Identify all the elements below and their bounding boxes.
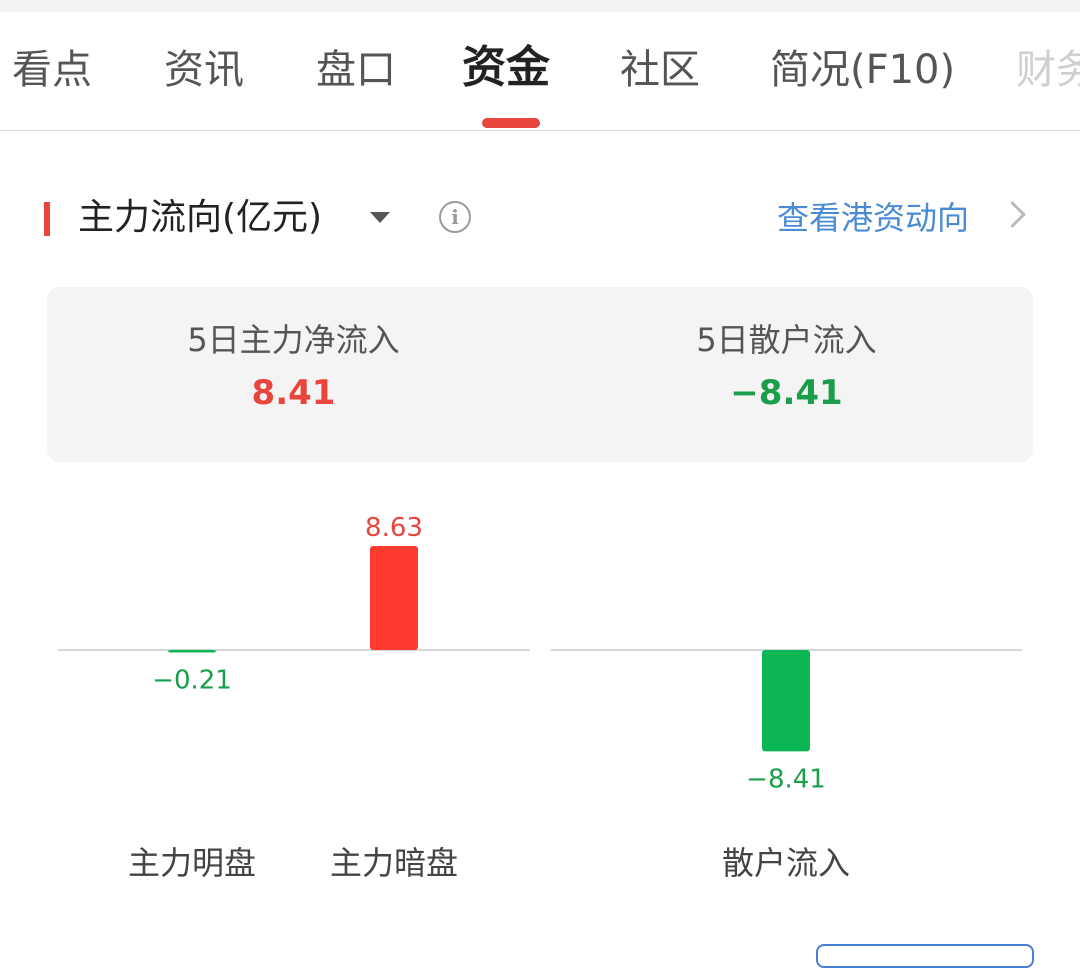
- capital-flow-chart: −0.21 8.63 −8.41: [58, 513, 1022, 794]
- section-header: 主力流向(亿元) i 查看港资动向: [0, 190, 1080, 250]
- tab-profile-f10[interactable]: 简况(F10): [770, 42, 955, 98]
- main-net-inflow-summary: 5日主力净流入 8.41: [47, 315, 540, 421]
- bar-main-dark: [370, 546, 418, 650]
- tab-finance[interactable]: 财务: [1016, 42, 1080, 98]
- main-net-inflow-label: 5日主力净流入: [187, 321, 400, 359]
- tab-bar: 看点 资讯 盘口 资金 社区 简况(F10) 财务: [0, 12, 1080, 131]
- category-label-main-dark: 主力暗盘: [329, 844, 458, 882]
- chevron-right-icon[interactable]: [999, 201, 1026, 228]
- tab-order-book[interactable]: 盘口: [316, 42, 396, 98]
- active-tab-indicator: [482, 118, 540, 128]
- bar-main-lit: [168, 650, 216, 653]
- bar-retail: [762, 650, 810, 752]
- tab-community[interactable]: 社区: [620, 42, 700, 98]
- value-label-main-dark: 8.63: [365, 513, 423, 543]
- retail-inflow-label: 5日散户流入: [696, 321, 877, 359]
- main-net-inflow-value: 8.41: [251, 373, 336, 413]
- category-label-main-lit: 主力明盘: [127, 844, 256, 882]
- value-label-retail: −8.41: [746, 764, 826, 794]
- retail-inflow-value: −8.41: [730, 373, 843, 413]
- tab-news[interactable]: 资讯: [164, 42, 244, 98]
- value-label-main-lit: −0.21: [152, 666, 232, 696]
- summary-card: 5日主力净流入 8.41 5日散户流入 −8.41: [47, 287, 1033, 462]
- section-title[interactable]: 主力流向(亿元): [78, 190, 322, 246]
- info-icon[interactable]: i: [439, 201, 471, 233]
- status-strip: [0, 0, 1080, 12]
- caret-down-icon[interactable]: [370, 212, 390, 223]
- category-label-retail: 散户流入: [721, 844, 850, 882]
- view-hk-capital-link[interactable]: 查看港资动向: [777, 190, 969, 246]
- retail-inflow-summary: 5日散户流入 −8.41: [540, 315, 1033, 421]
- tab-capital[interactable]: 资金: [462, 40, 550, 96]
- tab-kandian[interactable]: 看点: [12, 42, 92, 98]
- section-accent-bar: [44, 202, 50, 236]
